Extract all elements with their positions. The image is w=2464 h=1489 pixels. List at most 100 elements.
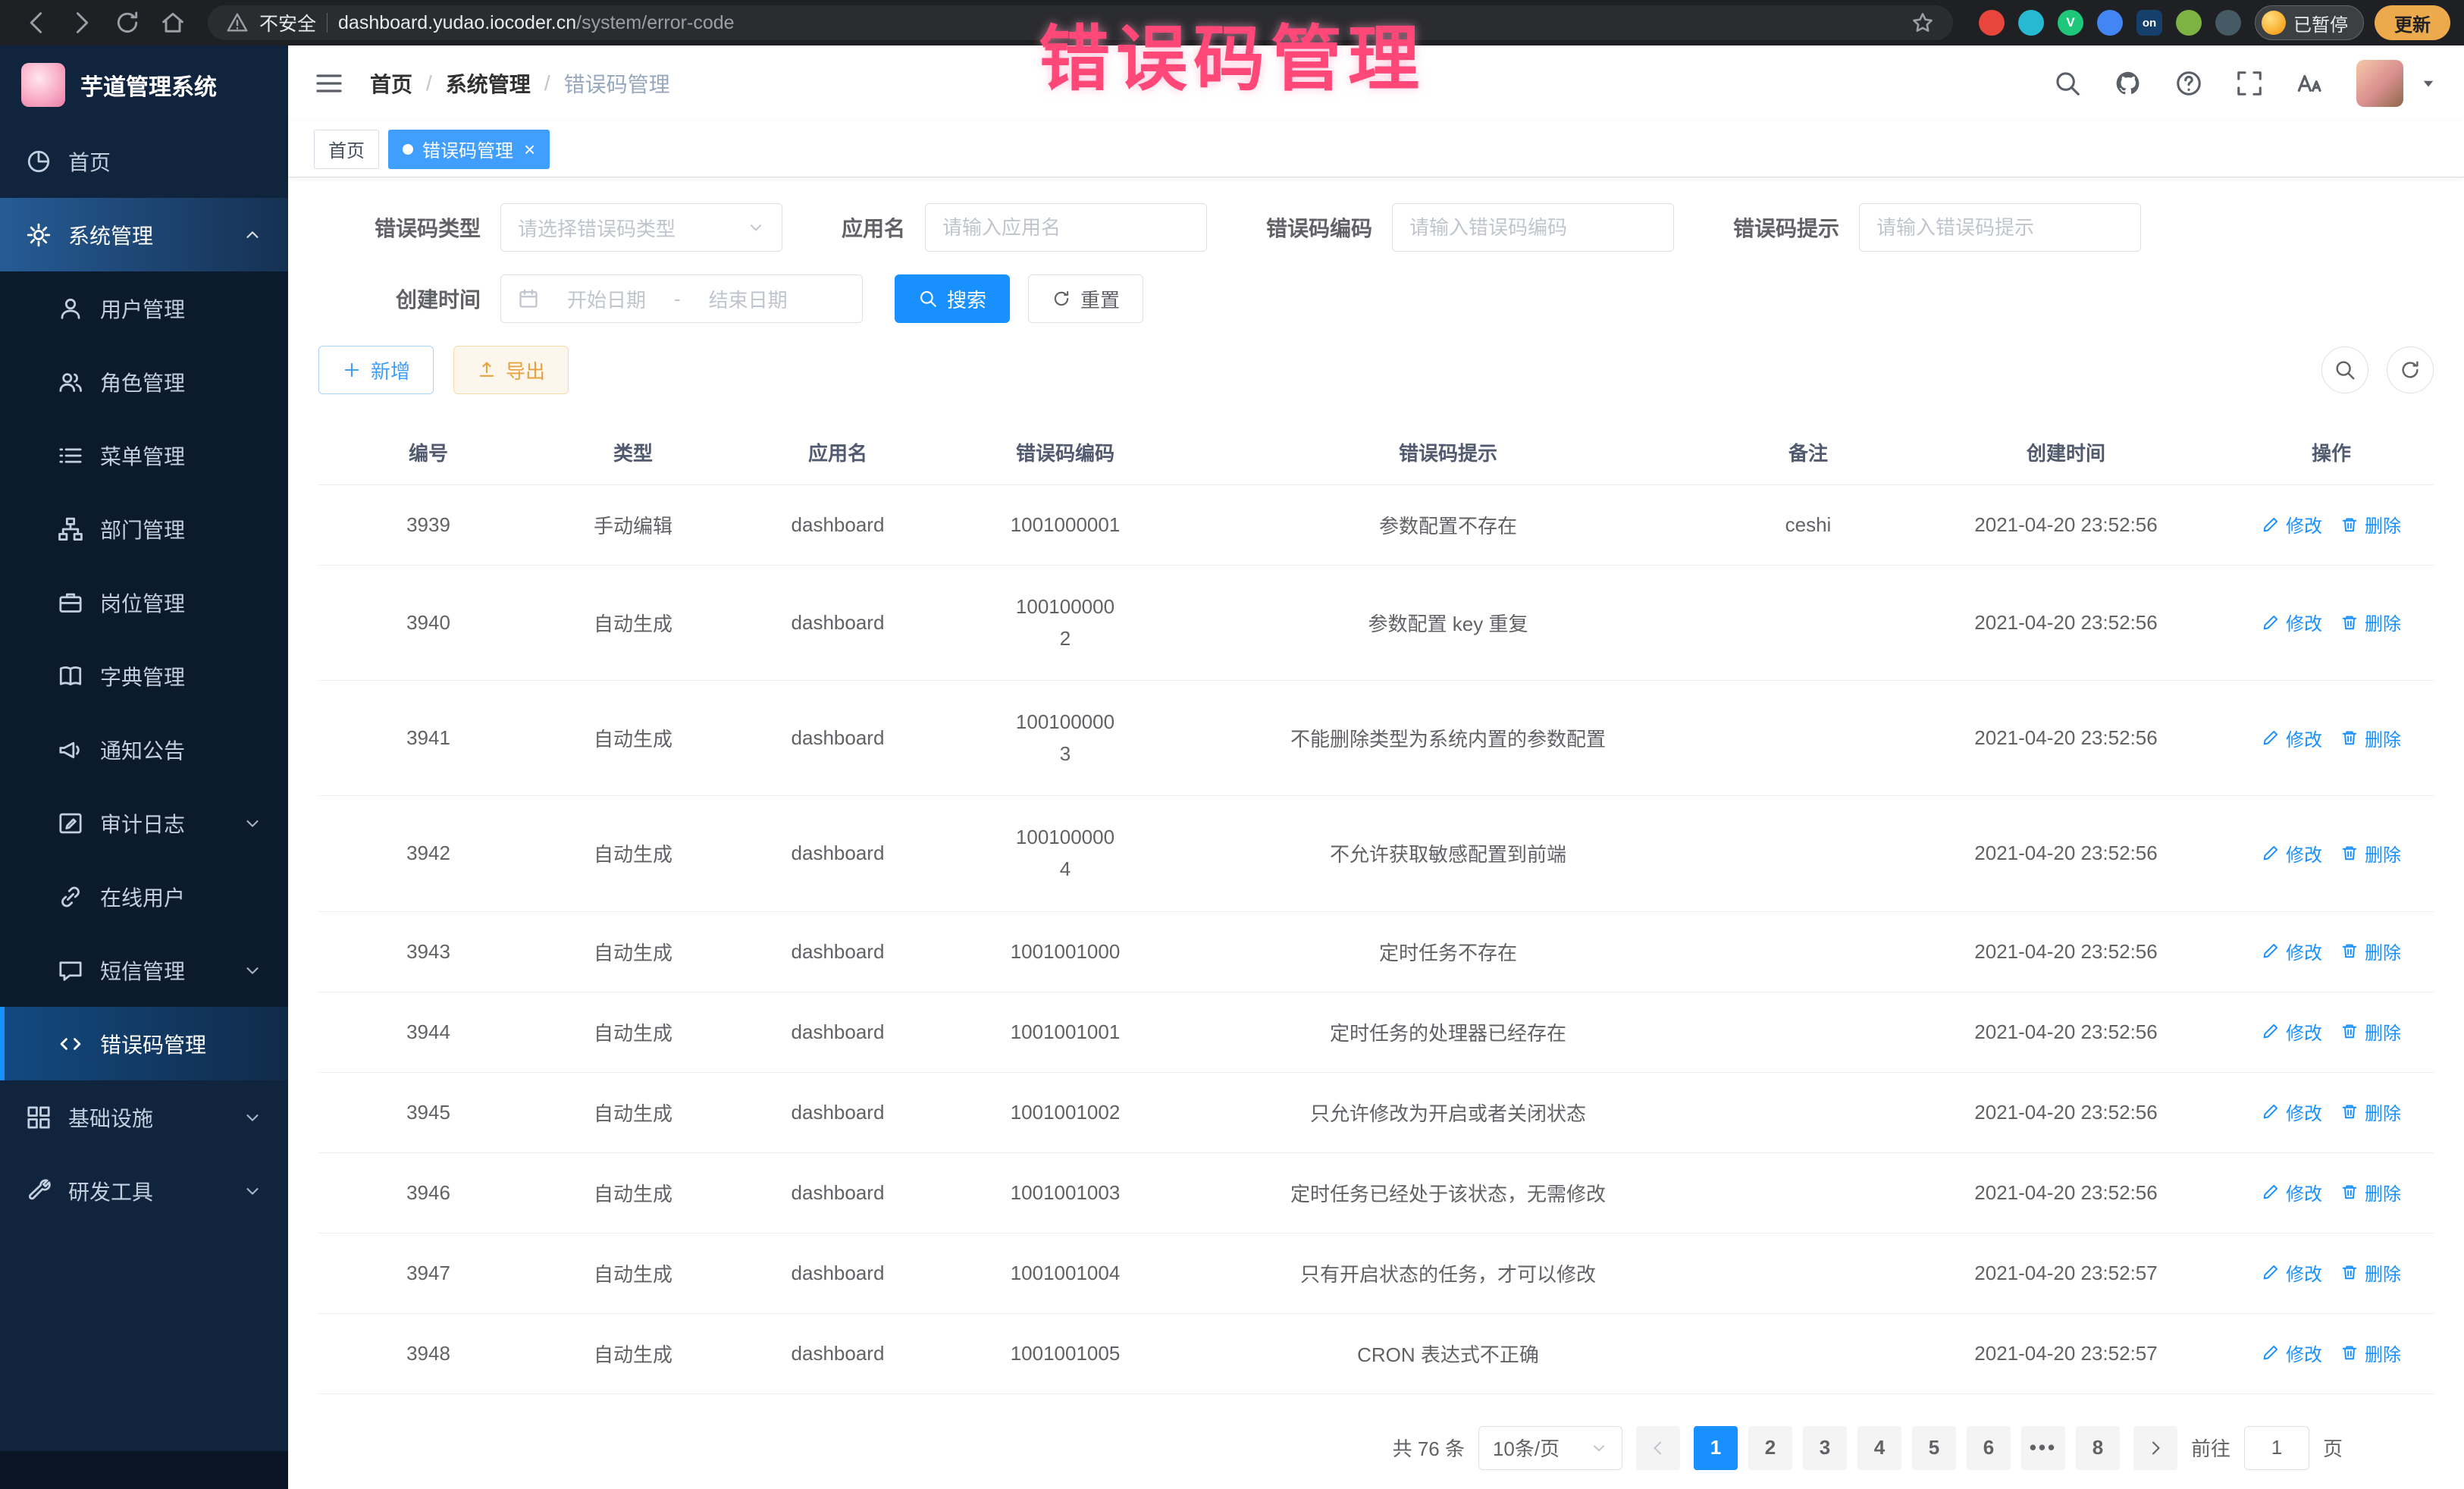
edit-button[interactable]: 修改 [2262, 1099, 2322, 1125]
delete-button[interactable]: 删除 [2340, 938, 2401, 964]
close-icon[interactable]: × [524, 139, 535, 159]
browser-back-button[interactable] [23, 9, 50, 36]
cell-remark [1713, 796, 1903, 911]
annotation-title: 错误码管理 [1039, 2, 1425, 105]
pagination-page-button[interactable]: 4 [1857, 1426, 1901, 1470]
delete-button[interactable]: 删除 [2340, 1018, 2401, 1045]
pagination-more-button[interactable]: ••• [2021, 1426, 2065, 1470]
chevron-down-icon [747, 218, 765, 237]
breadcrumb-home[interactable]: 首页 [370, 68, 412, 99]
sidebar-item[interactable]: 在线用户 [0, 860, 288, 933]
sidebar-item[interactable]: 岗位管理 [0, 566, 288, 639]
browser-home-button[interactable] [159, 9, 187, 36]
fullscreen-icon[interactable] [2235, 69, 2264, 98]
delete-button[interactable]: 删除 [2340, 1259, 2401, 1286]
delete-button[interactable]: 删除 [2340, 725, 2401, 751]
paused-badge[interactable]: 已暂停 [2255, 5, 2364, 40]
next-page-button[interactable] [2133, 1426, 2177, 1470]
sidebar-item[interactable]: 短信管理 [0, 933, 288, 1007]
sidebar-item[interactable]: 首页 [0, 124, 288, 198]
tree-icon [58, 516, 83, 542]
edit-button[interactable]: 修改 [2262, 725, 2322, 751]
tab-home[interactable]: 首页 [314, 130, 379, 169]
error-hint-input[interactable] [1859, 203, 2141, 252]
total-count: 共 76 条 [1393, 1434, 1465, 1462]
sidebar-item[interactable]: 系统管理 [0, 198, 288, 271]
sidebar-item-label: 首页 [68, 146, 111, 177]
cell-created: 2021-04-20 23:52:56 [1903, 1152, 2229, 1233]
pagination-page-button[interactable]: 6 [1967, 1426, 2011, 1470]
edit-button[interactable]: 修改 [2262, 938, 2322, 964]
browser-reload-button[interactable] [114, 9, 141, 36]
sidebar-item[interactable]: 错误码管理 [0, 1007, 288, 1080]
pagination-page-button[interactable]: 8 [2076, 1426, 2120, 1470]
add-button[interactable]: 新增 [318, 346, 434, 394]
extension-icon-teal[interactable] [2018, 10, 2044, 36]
pagination-page-button[interactable]: 3 [1803, 1426, 1847, 1470]
delete-button[interactable]: 删除 [2340, 1179, 2401, 1205]
delete-button[interactable]: 删除 [2340, 511, 2401, 538]
search-icon [2334, 359, 2356, 381]
app-name-input[interactable] [925, 203, 1207, 252]
help-icon[interactable] [2174, 69, 2203, 98]
sidebar-collapse-bar[interactable] [0, 1451, 288, 1489]
delete-button[interactable]: 删除 [2340, 1340, 2401, 1366]
delete-button[interactable]: 删除 [2340, 840, 2401, 867]
github-icon[interactable] [2114, 69, 2143, 98]
sidebar-item-label: 研发工具 [68, 1176, 153, 1206]
refresh-table-button[interactable] [2387, 346, 2434, 393]
export-button[interactable]: 导出 [453, 346, 569, 394]
caret-down-icon[interactable] [2419, 74, 2438, 93]
extension-icon-blue-grid[interactable] [2097, 10, 2123, 36]
edit-button[interactable]: 修改 [2262, 1340, 2322, 1366]
search-button[interactable]: 搜索 [895, 274, 1010, 323]
bookmark-star-icon[interactable] [1911, 11, 1935, 35]
hamburger-icon[interactable] [314, 68, 344, 99]
edit-button[interactable]: 修改 [2262, 609, 2322, 635]
goto-page-input[interactable] [2244, 1426, 2309, 1470]
extension-icon-on-badge[interactable]: on [2136, 10, 2162, 36]
cell-actions: 修改删除 [2229, 1233, 2434, 1313]
prev-page-button[interactable] [1636, 1426, 1680, 1470]
extension-icon-red[interactable] [1979, 10, 2005, 36]
sidebar-item[interactable]: 基础设施 [0, 1080, 288, 1154]
toggle-search-button[interactable] [2321, 346, 2368, 393]
search-icon[interactable] [2053, 69, 2082, 98]
extension-icon-leaf[interactable] [2176, 10, 2202, 36]
font-size-icon[interactable] [2296, 69, 2324, 98]
delete-button[interactable]: 删除 [2340, 609, 2401, 635]
extension-icon-green-v[interactable]: V [2058, 10, 2083, 36]
sidebar-item[interactable]: 用户管理 [0, 271, 288, 345]
page-size-select[interactable]: 10条/页 [1478, 1426, 1622, 1470]
pagination-page-button[interactable]: 2 [1748, 1426, 1792, 1470]
sidebar-item[interactable]: 字典管理 [0, 639, 288, 713]
delete-button[interactable]: 删除 [2340, 1099, 2401, 1125]
sidebar-item[interactable]: 通知公告 [0, 713, 288, 786]
extension-icon-dark[interactable] [2215, 10, 2241, 36]
user-avatar[interactable] [2356, 60, 2403, 107]
sidebar-item[interactable]: 部门管理 [0, 492, 288, 566]
breadcrumb-separator: / [426, 71, 432, 96]
tab-error-code[interactable]: 错误码管理 × [388, 130, 550, 169]
update-button[interactable]: 更新 [2375, 5, 2450, 40]
edit-button[interactable]: 修改 [2262, 1179, 2322, 1205]
edit-button[interactable]: 修改 [2262, 511, 2322, 538]
error-type-select[interactable]: 请选择错误码类型 [500, 203, 782, 252]
sidebar-item[interactable]: 审计日志 [0, 786, 288, 860]
sidebar-item-label: 在线用户 [100, 882, 185, 912]
edit-button[interactable]: 修改 [2262, 840, 2322, 867]
error-code-input[interactable] [1392, 203, 1674, 252]
chevron-down-icon [1590, 1439, 1608, 1457]
pagination-page-button[interactable]: 5 [1912, 1426, 1956, 1470]
logo[interactable]: 芋道管理系统 [0, 45, 288, 124]
pagination-page-button[interactable]: 1 [1694, 1426, 1738, 1470]
edit-button[interactable]: 修改 [2262, 1259, 2322, 1286]
sidebar-item[interactable]: 菜单管理 [0, 418, 288, 492]
sidebar-item[interactable]: 研发工具 [0, 1154, 288, 1227]
breadcrumb-system[interactable]: 系统管理 [446, 68, 531, 99]
sidebar-item[interactable]: 角色管理 [0, 345, 288, 418]
reset-button[interactable]: 重置 [1028, 274, 1143, 323]
browser-forward-button[interactable] [68, 9, 96, 36]
edit-button[interactable]: 修改 [2262, 1018, 2322, 1045]
date-range-picker[interactable]: 开始日期 - 结束日期 [500, 274, 863, 323]
